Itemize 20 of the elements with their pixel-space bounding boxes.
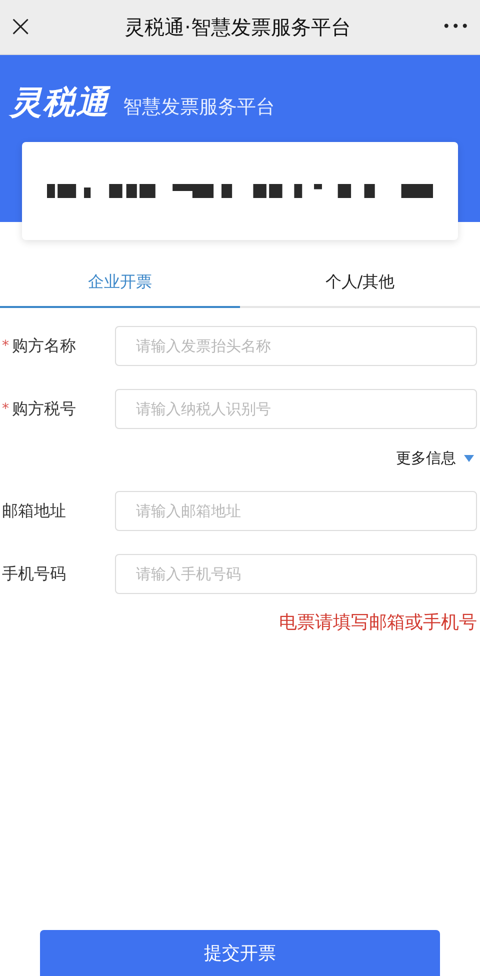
field-label: 手机号码 (2, 564, 66, 584)
tab[interactable]: 个人/其他 (240, 258, 480, 308)
logo: 灵税通 (10, 82, 109, 123)
submit-button[interactable]: 提交开票 (40, 930, 440, 976)
field-label: 购方税号 (12, 398, 76, 420)
more-info-link[interactable]: 更多信息 (396, 448, 456, 468)
field-label: 邮箱地址 (2, 500, 66, 522)
input-field[interactable]: 请输入发票抬头名称 (115, 326, 477, 366)
notice-text: 电票请填写邮箱或手机号 (279, 611, 477, 634)
field-label: 购方名称 (12, 336, 76, 356)
input-field[interactable]: 请输入手机号码 (115, 554, 477, 594)
input-field[interactable]: 请输入纳税人识别号 (115, 389, 477, 429)
close-button[interactable]: × (8, 12, 34, 42)
header-subtitle: 智慧发票服务平台 (123, 95, 275, 120)
input-field[interactable]: 请输入邮箱地址 (115, 491, 477, 531)
tab[interactable]: 企业开票 (0, 258, 240, 308)
required-mark: * (2, 338, 10, 354)
window-title: 灵税通·智慧发票服务平台 (124, 14, 351, 40)
more-button[interactable]: ••• (442, 19, 470, 35)
required-mark: * (2, 401, 10, 417)
